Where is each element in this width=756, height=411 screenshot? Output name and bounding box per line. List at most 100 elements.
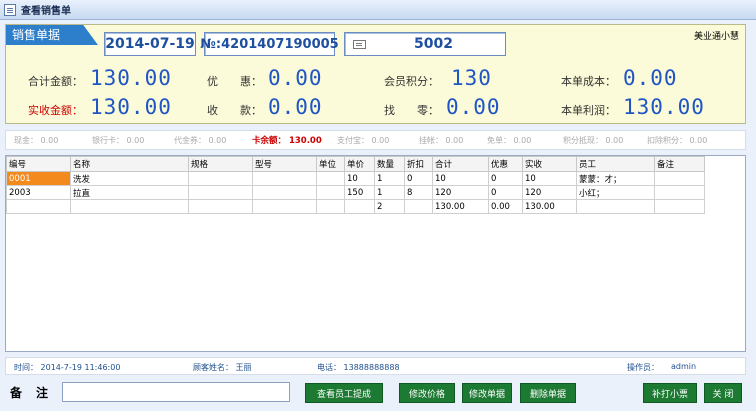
table-cell — [576, 199, 655, 214]
table-cell — [523, 312, 577, 326]
table-cell — [253, 242, 317, 256]
receipt-footer: 时间： 2014-7-19 11:46:00 顾客姓名： 王丽 电话： 1388… — [5, 357, 746, 375]
column-header[interactable]: 规格 — [188, 156, 253, 172]
table-cell — [189, 214, 253, 228]
customer-phone: 电话： 13888888888 — [317, 363, 400, 372]
delete-receipt-button[interactable]: 删除单据 — [520, 383, 576, 403]
column-header[interactable]: 备注 — [654, 156, 705, 172]
table-cell — [189, 312, 253, 326]
table-row[interactable]: 2 130.00 0.00 130.00 — [6, 199, 705, 214]
edit-receipt-button[interactable]: 修改单据 — [462, 383, 512, 403]
table-cell — [489, 228, 523, 242]
total-amount-value: 130.00 — [90, 66, 172, 90]
view-commission-button[interactable]: 查看员工提成 — [305, 383, 383, 403]
column-header[interactable]: 员工 — [576, 156, 655, 172]
empty-row — [7, 340, 705, 352]
empty-row — [7, 242, 705, 256]
column-header[interactable]: 单价 — [344, 156, 375, 172]
table-cell — [7, 340, 71, 352]
table-cell — [71, 228, 189, 242]
table-cell: 0 — [488, 171, 523, 186]
table-row[interactable]: 2003 拉直 150 1 8 120 0 120 小红； — [6, 185, 705, 200]
sales-items-table: 编号 名称 规格 型号 单位 单价 数量 折扣 合计 优惠 实收 员工 备注 0001 洗发 10 1 0 10 0… — [6, 156, 705, 352]
table-cell — [252, 185, 317, 200]
column-header[interactable]: 名称 — [70, 156, 189, 172]
edit-price-button[interactable]: 修改价格 — [399, 383, 455, 403]
table-cell — [433, 312, 489, 326]
column-header[interactable]: 数量 — [374, 156, 405, 172]
reprint-receipt-button[interactable]: 补打小票 — [643, 383, 697, 403]
table-cell — [405, 284, 433, 298]
table-cell — [489, 256, 523, 270]
table-cell — [375, 256, 405, 270]
received-value: 0.00 — [268, 95, 323, 119]
column-header[interactable]: 单位 — [316, 156, 345, 172]
table-cell — [253, 228, 317, 242]
table-cell — [344, 199, 375, 214]
table-cell — [188, 199, 253, 214]
table-row[interactable]: 0001 洗发 10 1 0 10 0 10 蒙蒙：才； — [6, 171, 705, 186]
table-cell — [189, 284, 253, 298]
table-cell: 2 — [374, 199, 405, 214]
operator-label: 操作员： — [627, 363, 659, 372]
table-cell — [189, 228, 253, 242]
table-cell — [71, 326, 189, 340]
table-cell — [523, 284, 577, 298]
table-cell — [433, 340, 489, 352]
table-cell: 10 — [432, 171, 489, 186]
column-header[interactable]: 优惠 — [488, 156, 523, 172]
table-cell — [489, 242, 523, 256]
table-cell — [405, 242, 433, 256]
pay-free: 免单： 0.00 — [487, 135, 532, 145]
table-cell — [345, 298, 375, 312]
table-cell — [489, 270, 523, 284]
table-cell — [523, 298, 577, 312]
empty-row — [7, 256, 705, 270]
column-header[interactable]: 实收 — [522, 156, 577, 172]
close-button[interactable]: 关 闭 — [704, 383, 742, 403]
table-cell — [523, 256, 577, 270]
table-cell — [253, 256, 317, 270]
table-cell — [433, 270, 489, 284]
table-cell — [405, 326, 433, 340]
table-cell — [345, 256, 375, 270]
table-cell — [433, 242, 489, 256]
table-cell — [71, 270, 189, 284]
column-header[interactable]: 编号 — [6, 156, 71, 172]
note-input[interactable] — [62, 382, 290, 402]
table-cell: 洗发 — [70, 171, 189, 186]
table-cell — [7, 214, 71, 228]
table-cell — [577, 256, 655, 270]
table-cell: 150 — [344, 185, 375, 200]
table-cell: 8 — [404, 185, 433, 200]
shop-name: 美业通小慧 — [693, 32, 739, 42]
column-header[interactable]: 合计 — [432, 156, 489, 172]
table-cell — [7, 256, 71, 270]
table-cell: 1 — [374, 185, 405, 200]
empty-row — [7, 298, 705, 312]
column-header[interactable]: 型号 — [252, 156, 317, 172]
pay-deduct-points: 扣除积分： 0.00 — [647, 135, 708, 145]
table-cell — [655, 256, 705, 270]
table-cell — [71, 242, 189, 256]
table-cell: 0.00 — [488, 199, 523, 214]
table-cell — [489, 326, 523, 340]
card-number: 5002 — [414, 36, 453, 52]
table-cell — [577, 284, 655, 298]
table-cell — [405, 256, 433, 270]
table-cell — [317, 242, 345, 256]
table-cell — [316, 171, 345, 186]
column-header[interactable]: 折扣 — [404, 156, 433, 172]
table-cell — [189, 270, 253, 284]
table-cell — [188, 185, 253, 200]
table-cell — [317, 340, 345, 352]
sales-items-grid[interactable]: 编号 名称 规格 型号 单位 单价 数量 折扣 合计 优惠 实收 员工 备注 0001 洗发 10 1 0 10 0… — [5, 155, 746, 352]
pay-points-cash: 积分抵现： 0.00 — [563, 135, 624, 145]
table-cell — [7, 242, 71, 256]
table-cell — [317, 228, 345, 242]
table-cell — [71, 340, 189, 352]
table-cell — [375, 270, 405, 284]
total-amount-label: 合计金额： — [28, 75, 83, 88]
table-cell — [405, 228, 433, 242]
table-cell — [489, 312, 523, 326]
